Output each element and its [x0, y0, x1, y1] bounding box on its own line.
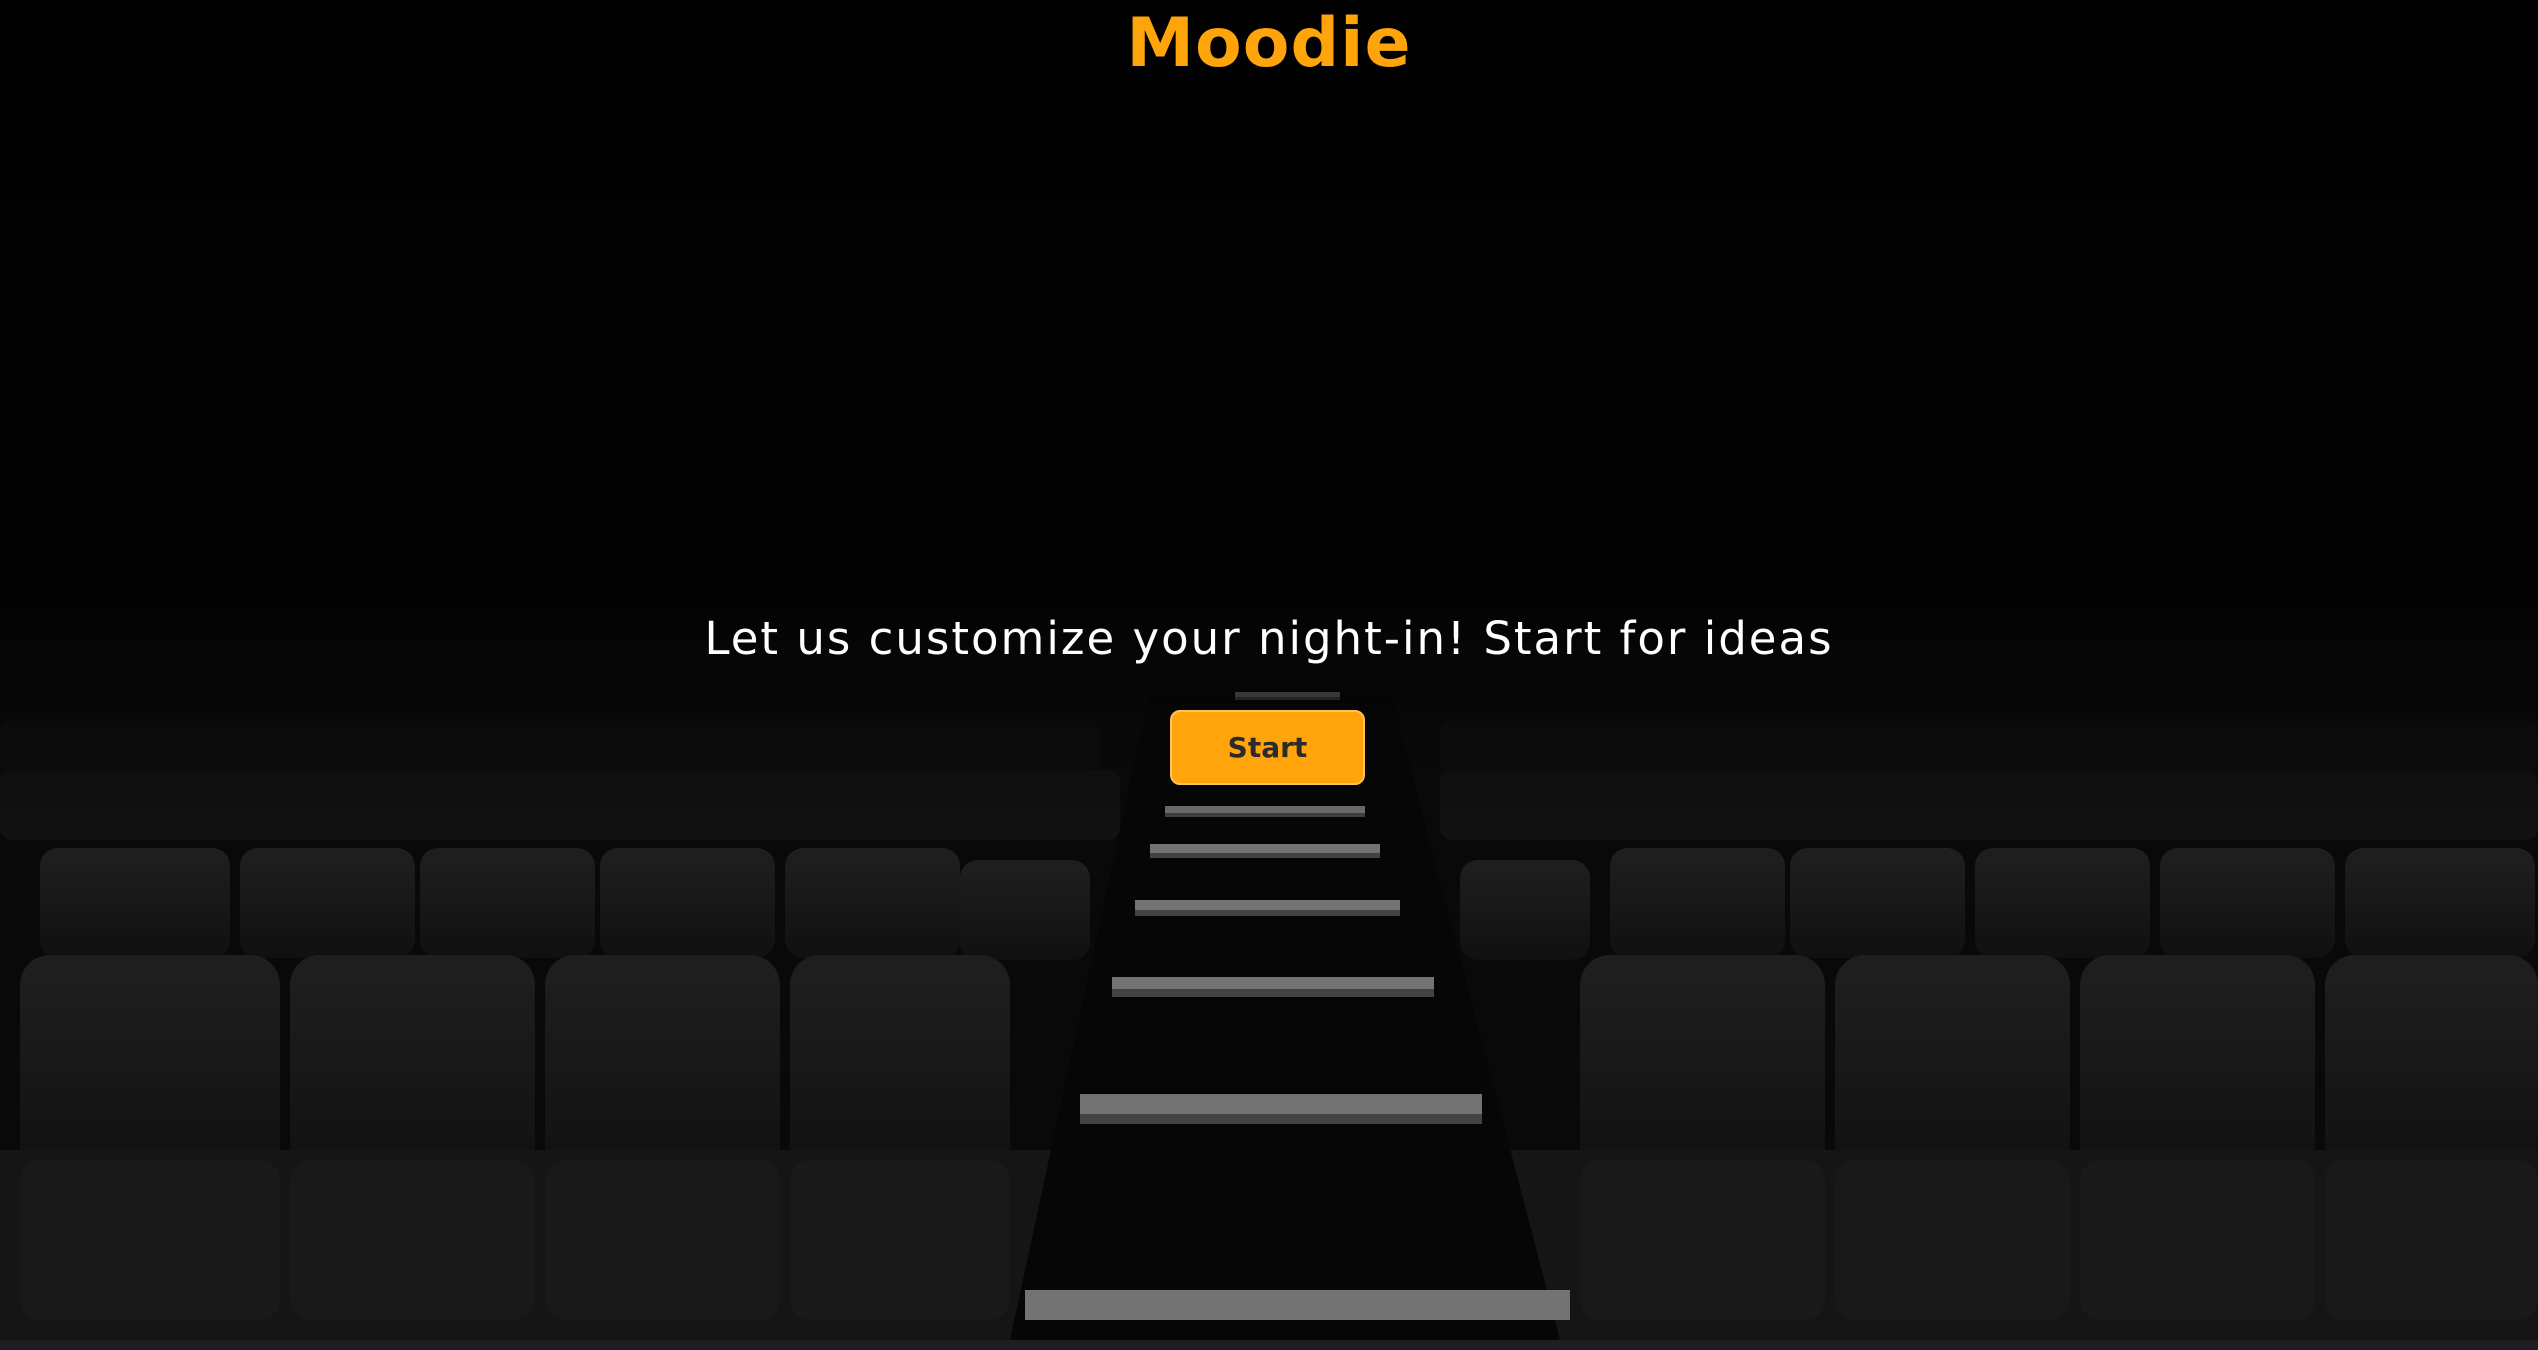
landing-page: Moodie Let us customize your night-in! S… — [0, 0, 2538, 1350]
hero-tagline: Let us customize your night-in! Start fo… — [704, 612, 1834, 665]
window-bottom-edge — [0, 1340, 2538, 1350]
brand-title: Moodie — [1126, 4, 1412, 83]
cinema-seats-background — [0, 0, 2538, 1350]
start-button[interactable]: Start — [1170, 710, 1365, 785]
